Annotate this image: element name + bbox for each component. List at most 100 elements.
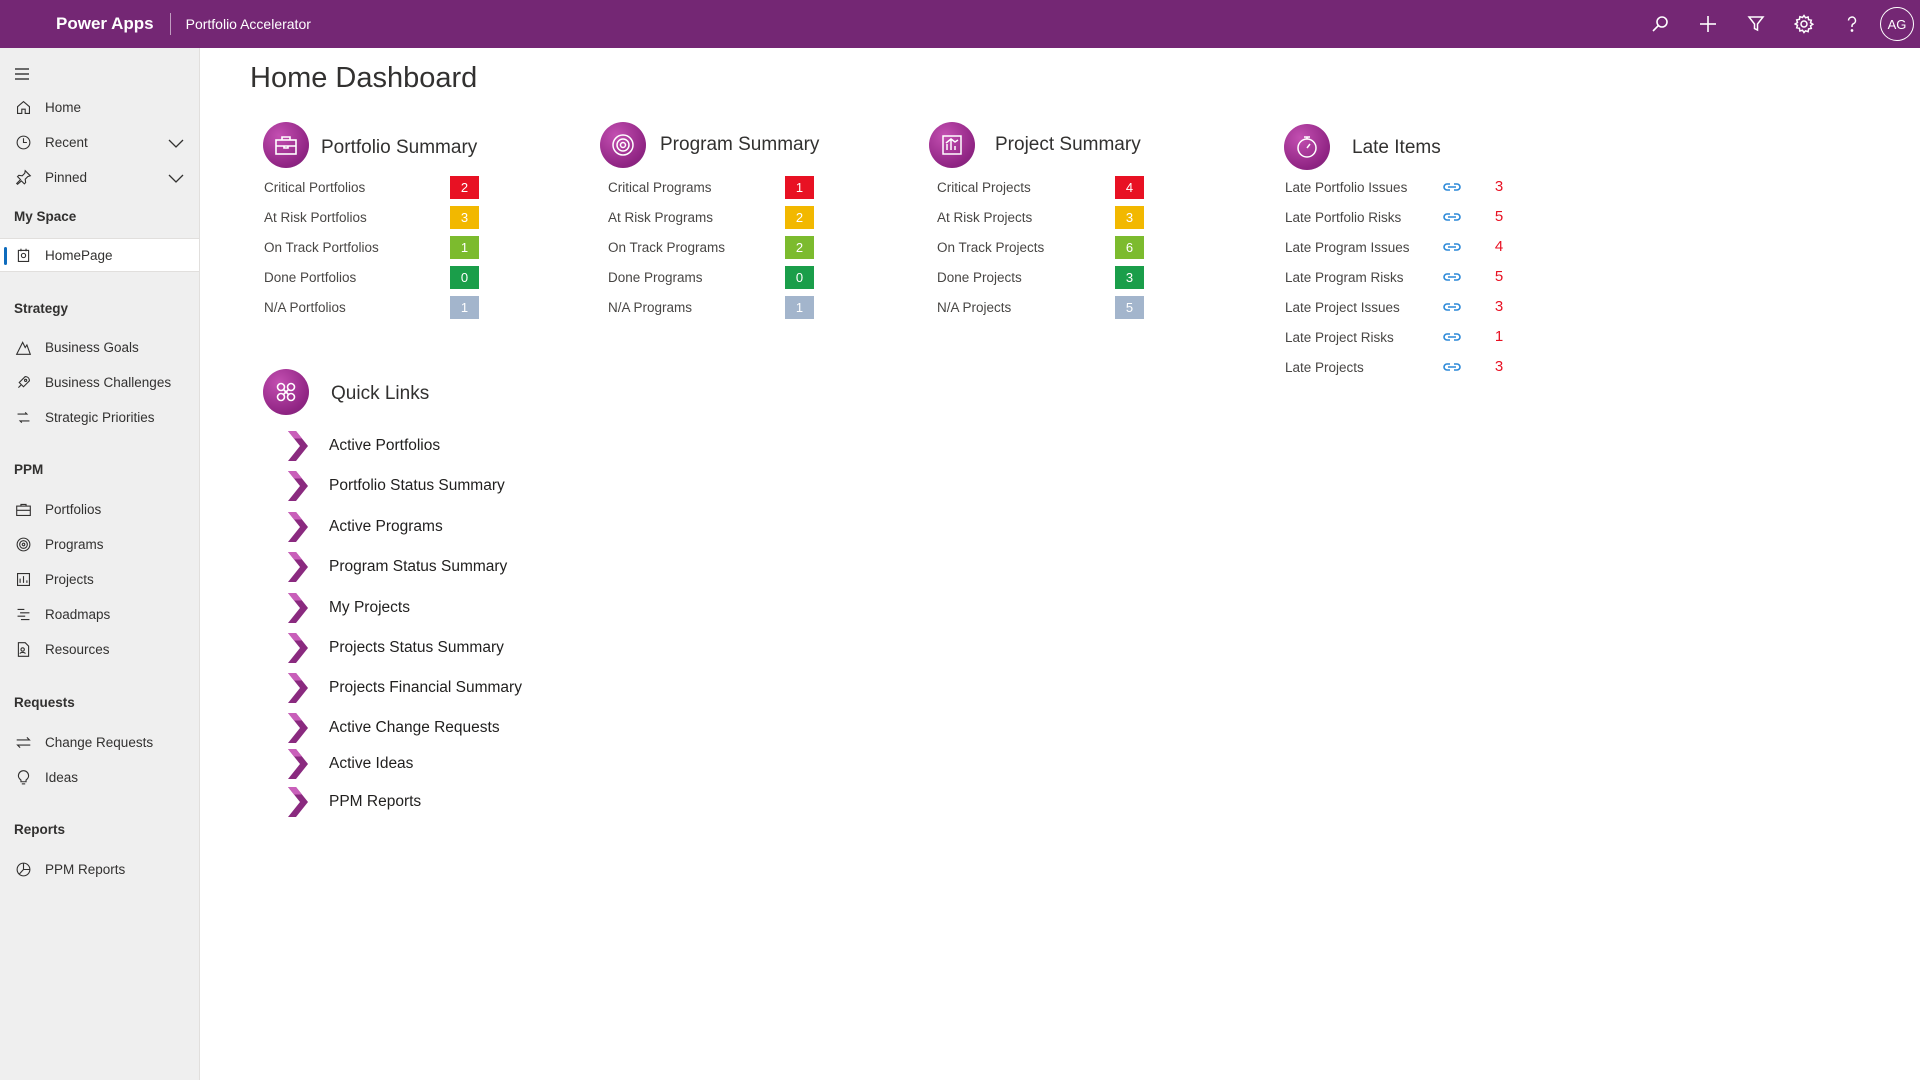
hamburger-menu-icon[interactable]: [12, 64, 32, 84]
clock-icon: [13, 132, 33, 152]
programs-icon: [600, 122, 646, 168]
sidebar-item-label: Portfolios: [45, 501, 102, 517]
app-name[interactable]: Power Apps: [56, 14, 154, 34]
sidebar-item-homepage[interactable]: HomePage: [0, 238, 199, 272]
quick-link-active-ideas[interactable]: Active Ideas: [286, 747, 413, 781]
chevron-down-icon[interactable]: [167, 134, 185, 152]
critical-badge[interactable]: 2: [450, 176, 479, 199]
done-badge[interactable]: 0: [450, 266, 479, 289]
quick-link-active-programs[interactable]: Active Programs: [286, 510, 443, 544]
chevron-right-icon: [288, 749, 308, 779]
at-risk-badge[interactable]: 3: [450, 206, 479, 229]
sidebar-item-projects[interactable]: Projects: [0, 562, 199, 596]
top-bar-actions: AG: [1636, 0, 1920, 48]
late-label: Late Program Risks: [1285, 269, 1404, 285]
quick-link-portfolio-status-summary[interactable]: Portfolio Status Summary: [286, 469, 505, 503]
quick-link-ppm-reports[interactable]: PPM Reports: [286, 785, 421, 819]
quick-link-projects-status-summary[interactable]: Projects Status Summary: [286, 631, 504, 665]
link-icon[interactable]: [1441, 359, 1463, 375]
quick-link-label: Active Programs: [329, 518, 443, 535]
late-count: 1: [1494, 328, 1504, 345]
sidebar-item-label: Business Goals: [45, 339, 139, 355]
stat-row-done-portfolios: Done Portfolios: [264, 265, 356, 289]
resources-icon: [13, 639, 33, 659]
na-badge[interactable]: 5: [1115, 296, 1144, 319]
search-icon[interactable]: [1636, 0, 1684, 48]
stat-row-on-track-programs: On Track Programs: [608, 235, 725, 259]
quick-links-title: Quick Links: [331, 383, 430, 404]
briefcase-icon: [13, 499, 33, 519]
sidebar-item-recent[interactable]: Recent: [0, 125, 199, 159]
link-icon[interactable]: [1441, 269, 1463, 285]
quick-link-projects-financial-summary[interactable]: Projects Financial Summary: [286, 671, 522, 705]
late-label: Late Portfolio Risks: [1285, 209, 1402, 225]
sidebar-item-label: PPM Reports: [45, 861, 126, 877]
at-risk-badge[interactable]: 3: [1115, 206, 1144, 229]
sidebar-item-label: Resources: [45, 641, 110, 657]
stat-row-critical-programs: Critical Programs: [608, 175, 712, 199]
chevron-right-icon: [288, 787, 308, 817]
link-icon[interactable]: [1441, 209, 1463, 225]
late-items-title: Late Items: [1352, 137, 1441, 158]
sidebar-item-business-goals[interactable]: Business Goals: [0, 330, 199, 364]
done-badge[interactable]: 0: [785, 266, 814, 289]
on-track-badge[interactable]: 1: [450, 236, 479, 259]
quick-link-label: Active Ideas: [329, 755, 414, 772]
sidebar-item-business-challenges[interactable]: Business Challenges: [0, 365, 199, 399]
filter-icon[interactable]: [1732, 0, 1780, 48]
quick-links-header: Quick Links: [263, 369, 429, 415]
sidebar-item-label: Home: [45, 99, 82, 115]
na-badge[interactable]: 1: [785, 296, 814, 319]
chevron-down-icon[interactable]: [167, 169, 185, 187]
late-label: Late Project Issues: [1285, 299, 1400, 315]
sidebar-item-programs[interactable]: Programs: [0, 527, 199, 561]
sidebar-item-home[interactable]: Home: [0, 90, 199, 124]
late-label: Late Program Issues: [1285, 239, 1410, 255]
stat-label: Done Portfolios: [264, 269, 357, 285]
stat-row-done-programs: Done Programs: [608, 265, 703, 289]
link-icon[interactable]: [1441, 299, 1463, 315]
on-track-badge[interactable]: 2: [785, 236, 814, 259]
sidebar-item-change-requests[interactable]: Change Requests: [0, 725, 199, 759]
stat-label: Critical Programs: [608, 179, 712, 195]
sidebar-item-resources[interactable]: Resources: [0, 632, 199, 666]
on-track-badge[interactable]: 6: [1115, 236, 1144, 259]
stat-row-done-projects: Done Projects: [937, 265, 1022, 289]
settings-icon[interactable]: [1780, 0, 1828, 48]
program-summary-title: Program Summary: [660, 134, 820, 155]
quick-link-active-portfolios[interactable]: Active Portfolios: [286, 429, 440, 463]
sidebar-item-pinned[interactable]: Pinned: [0, 160, 199, 194]
user-avatar[interactable]: AG: [1880, 7, 1914, 41]
sidebar-item-ideas[interactable]: Ideas: [0, 760, 199, 794]
na-badge[interactable]: 1: [450, 296, 479, 319]
title-divider: [169, 13, 171, 35]
critical-badge[interactable]: 1: [785, 176, 814, 199]
section-strategy: Strategy: [14, 301, 69, 316]
quick-link-active-change-requests[interactable]: Active Change Requests: [286, 711, 500, 745]
critical-badge[interactable]: 4: [1115, 176, 1144, 199]
quick-link-program-status-summary[interactable]: Program Status Summary: [286, 550, 507, 584]
link-icon[interactable]: [1441, 329, 1463, 345]
project-summary-header: Project Summary: [929, 122, 1141, 168]
quick-link-my-projects[interactable]: My Projects: [286, 591, 410, 625]
late-row: Late Program Issues: [1285, 235, 1410, 259]
late-count: 3: [1494, 358, 1504, 375]
add-icon[interactable]: [1684, 0, 1732, 48]
sidebar-item-strategic-priorities[interactable]: Strategic Priorities: [0, 400, 199, 434]
at-risk-badge[interactable]: 2: [785, 206, 814, 229]
link-icon[interactable]: [1441, 239, 1463, 255]
late-row: Late Project Risks: [1285, 325, 1394, 349]
sidebar-item-portfolios[interactable]: Portfolios: [0, 492, 199, 526]
sidebar-item-label: Programs: [45, 536, 104, 552]
link-icon[interactable]: [1441, 179, 1463, 195]
done-badge[interactable]: 3: [1115, 266, 1144, 289]
help-icon[interactable]: [1828, 0, 1876, 48]
stat-row-critical-projects: Critical Projects: [937, 175, 1031, 199]
app-title[interactable]: Portfolio Accelerator: [186, 16, 311, 32]
sidebar-item-ppm-reports[interactable]: PPM Reports: [0, 852, 199, 886]
sidebar-item-roadmaps[interactable]: Roadmaps: [0, 597, 199, 631]
project-summary-title: Project Summary: [995, 134, 1141, 155]
quick-link-label: Projects Financial Summary: [329, 679, 522, 696]
late-row: Late Project Issues: [1285, 295, 1400, 319]
lightbulb-icon: [13, 767, 33, 787]
